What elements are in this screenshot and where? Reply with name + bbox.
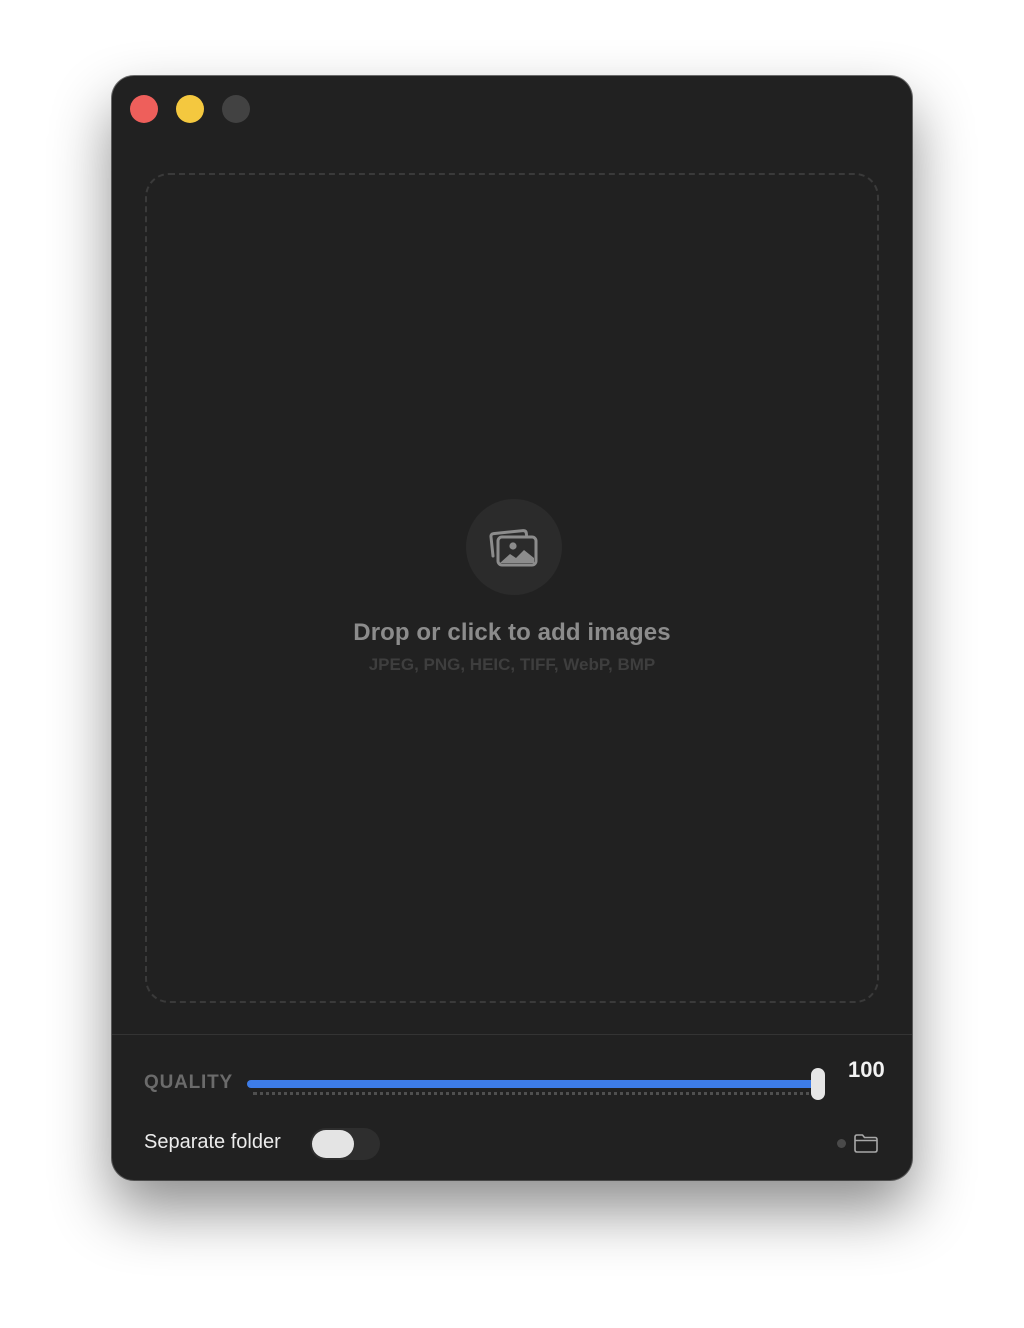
quality-slider-fill <box>247 1080 818 1088</box>
photos-icon-badge <box>466 499 562 595</box>
app-window: Drop or click to add images JPEG, PNG, H… <box>112 76 912 1180</box>
folder-icon <box>854 1134 878 1153</box>
photos-icon <box>489 529 538 567</box>
window-controls <box>130 95 250 123</box>
quality-slider[interactable] <box>247 1068 825 1100</box>
quality-label: QUALITY <box>144 1072 233 1093</box>
status-indicator-dot <box>837 1139 846 1148</box>
quality-slider-thumb[interactable] <box>811 1068 825 1100</box>
minimize-button[interactable] <box>176 95 204 123</box>
zoom-button[interactable] <box>222 95 250 123</box>
quality-value: 100 <box>848 1057 885 1082</box>
drop-zone-title: Drop or click to add images <box>353 619 671 646</box>
supported-formats-text: JPEG, PNG, HEIC, TIFF, WebP, BMP <box>368 655 656 674</box>
toggle-knob <box>312 1130 354 1158</box>
image-drop-zone[interactable]: Drop or click to add images JPEG, PNG, H… <box>145 173 879 1003</box>
separate-folder-label: Separate folder <box>144 1131 281 1153</box>
separate-folder-toggle[interactable] <box>310 1128 380 1160</box>
footer-divider <box>112 1034 912 1035</box>
quality-slider-ticks <box>253 1092 817 1095</box>
choose-folder-button[interactable] <box>853 1132 879 1154</box>
close-button[interactable] <box>130 95 158 123</box>
